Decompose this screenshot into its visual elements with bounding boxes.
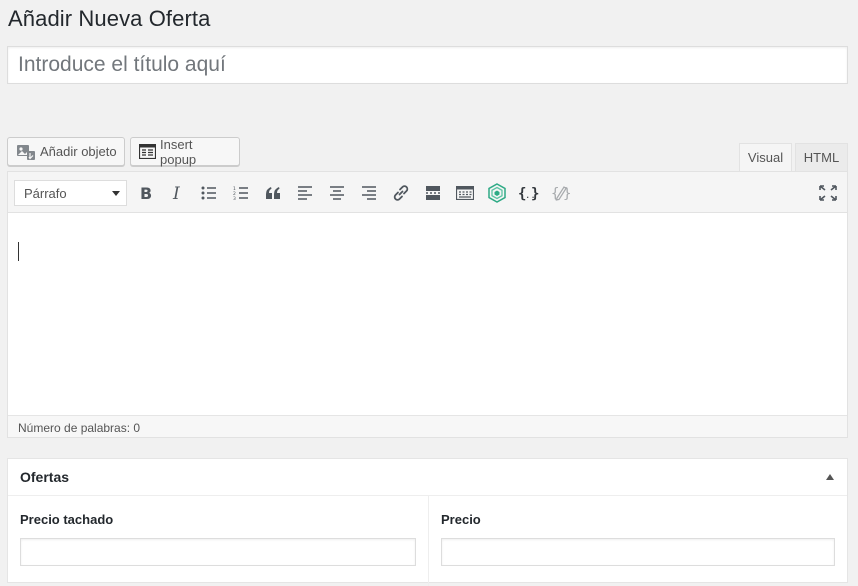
bulleted-list-icon xyxy=(201,186,217,200)
toolbar-toggle-icon xyxy=(456,186,474,200)
toolbar-toggle-button[interactable] xyxy=(452,181,478,205)
link-button[interactable] xyxy=(388,181,414,205)
align-center-icon xyxy=(329,186,345,200)
precio-tachado-input[interactable] xyxy=(20,538,416,566)
code-edit-button[interactable]: { } xyxy=(548,181,574,205)
tab-visual[interactable]: Visual xyxy=(739,143,792,172)
numbered-list-button[interactable]: 1 2 3 xyxy=(228,181,254,205)
svg-text:3: 3 xyxy=(233,196,236,200)
post-title-input[interactable] xyxy=(7,46,848,84)
fullscreen-icon xyxy=(819,185,837,201)
svg-text:I: I xyxy=(172,185,180,201)
collapse-arrow-icon[interactable] xyxy=(826,474,834,480)
precio-label: Precio xyxy=(441,512,481,527)
precio-input[interactable] xyxy=(441,538,835,566)
fullscreen-button[interactable] xyxy=(815,181,841,205)
popup-table-icon xyxy=(139,144,156,159)
italic-icon: I xyxy=(170,185,184,201)
code-edit-icon: { } xyxy=(551,184,571,202)
precio-tachado-label: Precio tachado xyxy=(20,512,114,527)
hexagon-plugin-icon xyxy=(487,183,507,203)
numbered-list-icon: 1 2 3 xyxy=(233,186,249,200)
add-media-button[interactable]: Añadir objeto xyxy=(7,137,125,166)
tab-html[interactable]: HTML xyxy=(795,143,848,172)
bold-button[interactable]: B xyxy=(132,181,158,205)
format-select-value: Párrafo xyxy=(24,185,67,201)
insert-popup-label: Insert popup xyxy=(160,136,197,167)
read-more-icon xyxy=(425,186,441,200)
blockquote-button[interactable] xyxy=(260,181,286,205)
align-left-icon xyxy=(297,186,313,200)
read-more-button[interactable] xyxy=(420,181,446,205)
align-right-button[interactable] xyxy=(356,181,382,205)
ofertas-metabox: Ofertas Precio tachado Precio xyxy=(7,458,848,586)
format-select[interactable]: Párrafo xyxy=(14,180,127,206)
metabox-title: Ofertas xyxy=(20,469,70,485)
text-cursor xyxy=(18,242,19,261)
add-media-label: Añadir objeto xyxy=(40,144,117,159)
hexagon-plugin-button[interactable] xyxy=(484,181,510,205)
editor: Párrafo B I 1 2 3 {..} {} Número de p… xyxy=(7,171,848,438)
bold-icon: B xyxy=(138,185,152,201)
bulleted-list-button[interactable] xyxy=(196,181,222,205)
svg-text:}: } xyxy=(531,186,539,201)
svg-text:B: B xyxy=(140,185,152,201)
chevron-down-icon xyxy=(112,191,120,196)
editor-content[interactable] xyxy=(8,213,847,415)
page-title: Añadir Nueva Oferta xyxy=(8,6,211,31)
align-right-icon xyxy=(361,186,377,200)
link-icon xyxy=(392,184,410,202)
align-left-button[interactable] xyxy=(292,181,318,205)
add-media-icon xyxy=(16,143,36,161)
code-braces-icon: { .. } xyxy=(518,185,540,201)
svg-text:}: } xyxy=(563,186,571,202)
code-braces-button[interactable]: { .. } xyxy=(516,181,542,205)
column-divider xyxy=(428,496,429,586)
align-center-button[interactable] xyxy=(324,181,350,205)
italic-button[interactable]: I xyxy=(164,181,190,205)
metabox-header[interactable]: Ofertas xyxy=(8,459,847,496)
word-count: Número de palabras: 0 xyxy=(8,415,847,437)
blockquote-icon xyxy=(265,187,281,199)
insert-popup-button[interactable]: Insert popup xyxy=(130,136,240,167)
editor-toolbar: Párrafo B I 1 2 3 {..} {} xyxy=(8,172,847,213)
